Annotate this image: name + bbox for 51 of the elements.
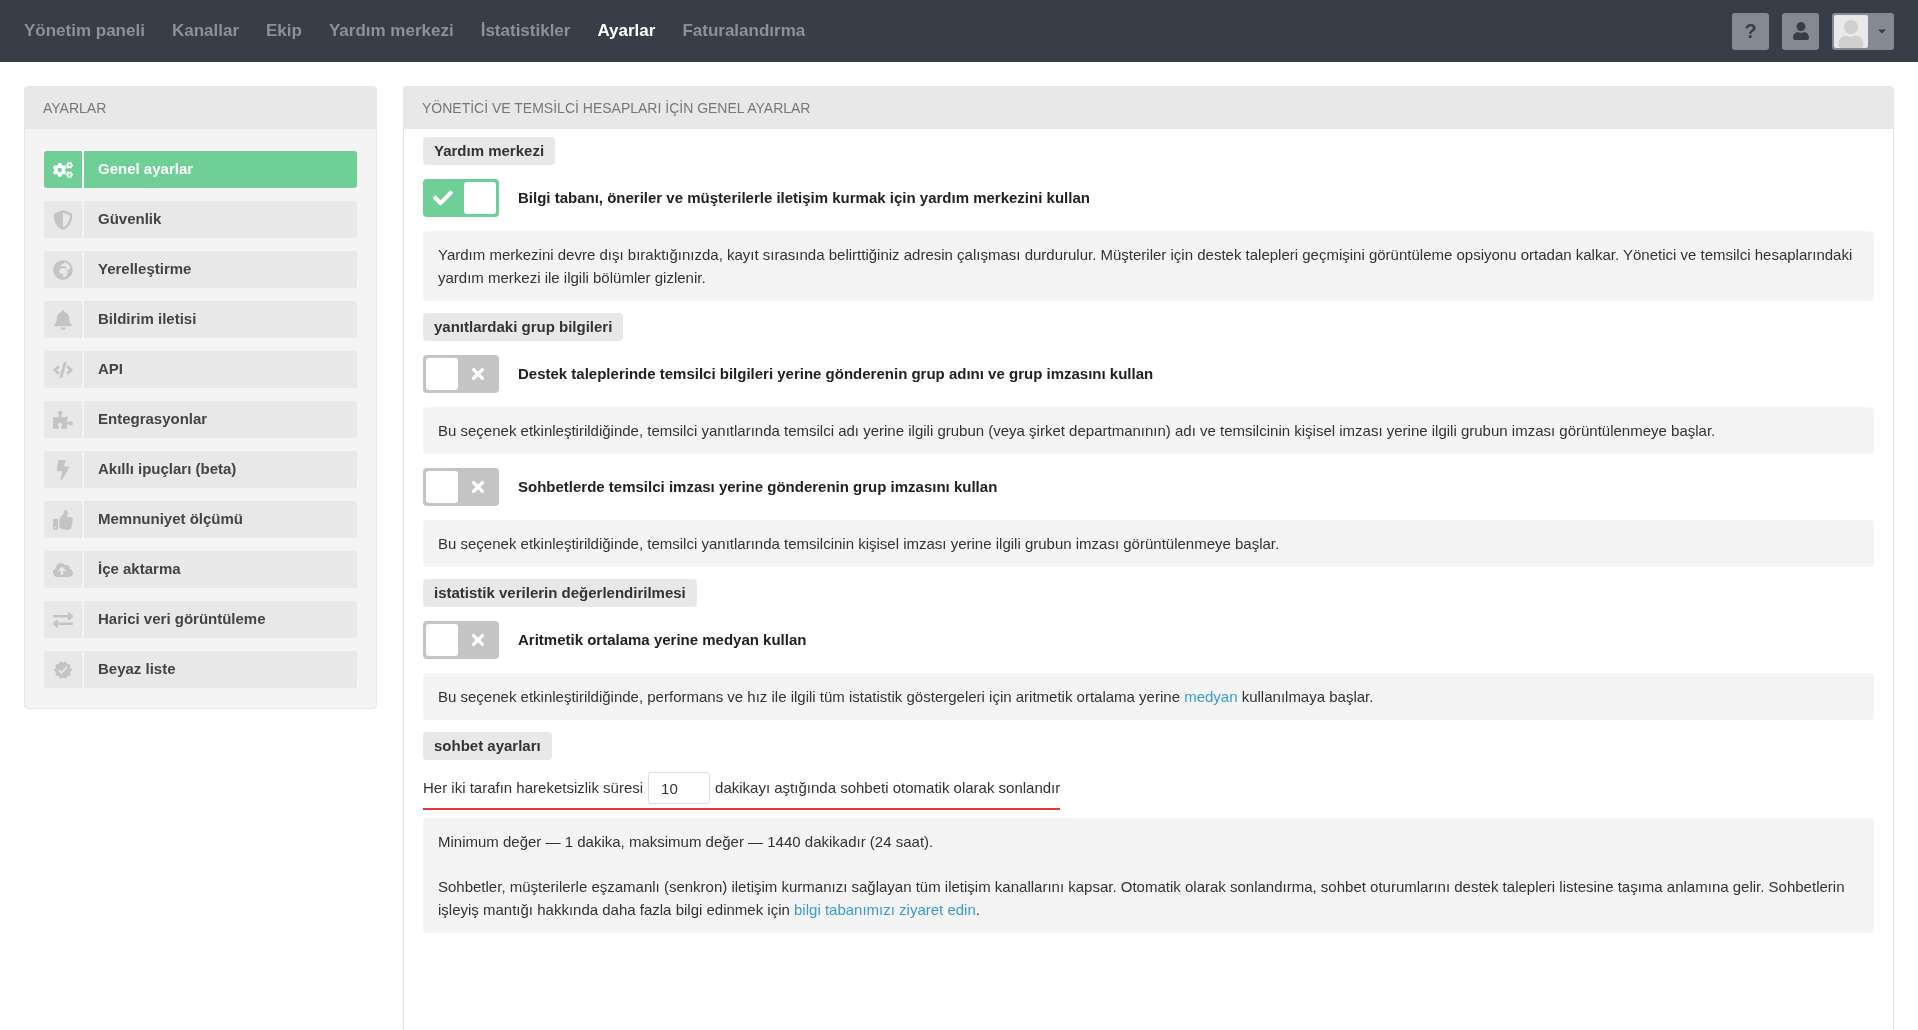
profile-button[interactable] <box>1782 12 1819 50</box>
toggle-label: Sohbetlerde temsilci imzası yerine gönderenin grup imzasını kullan <box>518 476 998 497</box>
minutes-input[interactable]: 10 <box>648 772 711 804</box>
sidebar-item[interactable]: Memnuniyet ölçümü <box>44 501 357 538</box>
sidebar-item[interactable]: Bildirim iletisi <box>44 301 357 338</box>
panel-title: YÖNETİCİ VE TEMSİLCİ HESAPLARI İÇİN GENEL AYARLAR <box>422 98 811 118</box>
note-text: Sohbetler, müşterilerle eşzamanlı (senkron) iletişim kurmanızı sağlayan tüm iletişim kanallarını kapsar. Otomatik olarak sonlandırma, sohbet oturumlarını destek talepleri listesine taşıma anlamına gelir. Sohbetlerin işleyiş mantığı hakkında daha fazla bilgi edinmek için bilgi tabanımızı ziyaret edin. <box>438 877 1846 920</box>
sidebar-item[interactable]: Akıllı ipuçları (beta) <box>44 451 357 488</box>
badge-check-icon <box>53 659 73 680</box>
toggle-switch[interactable] <box>423 468 499 506</box>
note-text: Yardım merkezini devre dışı bıraktığınızda, kayıt sırasında belirttiğiniz adresin çalışması durdurulur. Müşteriler için destek talepleri geçmişini görüntüleme opsiyonu ortadan kalkar. Yönetici ve temsilci hesaplarındaki yardım merkezi ile ilgili bölümler gizlenir. <box>438 245 1854 288</box>
close-icon <box>469 478 487 496</box>
sidebar-item[interactable]: Harici veri görüntüleme <box>44 601 357 638</box>
avatar <box>1834 14 1868 48</box>
toggle-switch[interactable] <box>423 621 499 659</box>
close-icon <box>469 631 487 649</box>
nav-tab[interactable]: Ayarlar <box>597 18 656 44</box>
field-label: dakikayı aştığında sohbeti otomatik olarak sonlandır <box>715 777 1061 798</box>
section-heading: Yardım merkezi <box>423 137 556 165</box>
toggle-label: Destek taleplerinde temsilci bilgileri yerine gönderenin grup adını ve grup imzasını kullan <box>518 363 1154 384</box>
sidebar-item[interactable]: Güvenlik <box>44 201 357 238</box>
toggle-switch[interactable] <box>423 355 499 393</box>
close-icon <box>469 365 487 383</box>
arrows-icon <box>53 609 73 630</box>
sidebar-item[interactable]: API <box>44 351 357 388</box>
note-text: Bu seçenek etkinleştirildiğinde, temsilci yanıtlarında temsilci adı yerine ilgili grubun (veya şirket departmanının) adı ve temsilcinin kişisel imzası yerine ilgili grubun imzası görüntülenmeye başlar. <box>438 421 1717 441</box>
shield-icon <box>53 209 73 230</box>
sidebar-item[interactable]: Yerelleştirme <box>44 251 357 288</box>
check-icon <box>433 188 453 208</box>
code-icon <box>53 359 73 380</box>
note-text: Bu seçenek etkinleştirildiğinde, performans ve hız ile ilgili tüm istatistik göstergeleri için aritmetik ortalama yerine medyan kullanılmaya başlar. <box>438 687 1375 707</box>
gears-icon <box>53 159 73 180</box>
toggle-switch[interactable] <box>423 179 499 217</box>
bell-icon <box>53 309 73 330</box>
note-text: Bu seçenek etkinleştirildiğinde, temsilci yanıtlarında temsilcinin kişisel imzası yerine ilgili grubun imzası görüntülenmeye başlar. <box>438 534 1281 554</box>
section-heading: istatistik verilerin değerlendirilmesi <box>423 579 697 607</box>
thumbs-up-icon <box>53 509 73 530</box>
account-menu-button[interactable] <box>1832 12 1894 50</box>
sidebar-title: AYARLAR <box>43 98 107 118</box>
puzzle-icon <box>53 409 73 430</box>
sidebar-item[interactable]: İçe aktarma <box>44 551 357 588</box>
section-heading: sohbet ayarları <box>423 732 552 760</box>
sidebar-item[interactable]: Entegrasyonlar <box>44 401 357 438</box>
sidebar-item[interactable]: Beyaz liste <box>44 651 357 688</box>
toggle-label: Aritmetik ortalama yerine medyan kullan <box>518 629 807 650</box>
field-label: Her iki tarafın hareketsizlik süresi <box>423 777 644 798</box>
user-icon <box>1791 22 1810 40</box>
note-text: Minimum değer — 1 dakika, maksimum değer — 1440 dakikadır (24 saat). <box>438 832 935 852</box>
section-heading: yanıtlardaki grup bilgileri <box>423 313 624 341</box>
globe-icon <box>53 259 73 280</box>
toggle-label: Bilgi tabanı, öneriler ve müşterilerle iletişim kurmak için yardım merkezini kullan <box>518 187 1090 208</box>
